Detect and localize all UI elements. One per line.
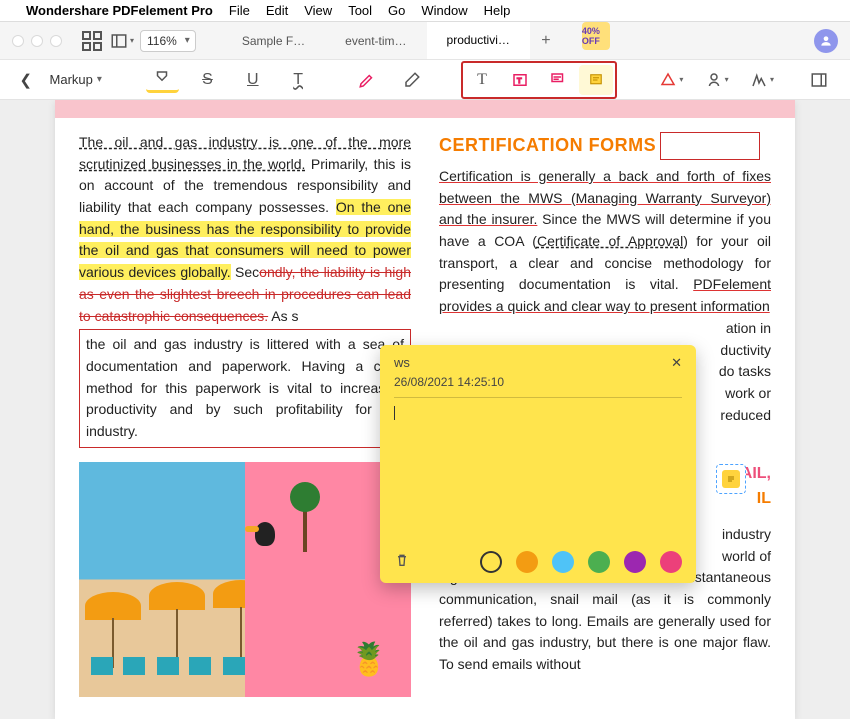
close-note-button[interactable]: ✕ (671, 355, 682, 371)
page-image: 🍍 (79, 462, 411, 697)
markup-toolbar: ❮ Markup▾ S U T T T (0, 60, 850, 100)
red-rectangle-annotation[interactable] (660, 132, 760, 160)
maximize-window-button[interactable] (50, 35, 62, 47)
signature-tool-dropdown[interactable] (745, 65, 778, 95)
red-rectangle-annotation[interactable]: the oil and gas industry is littered wit… (79, 329, 411, 447)
text-annotation-group: T T (461, 61, 617, 99)
sticky-note-popup[interactable]: ws ✕ 26/08/2021 14:25:10 (380, 345, 696, 583)
highlight-tool[interactable] (146, 67, 179, 93)
note-textarea[interactable] (394, 406, 682, 545)
zoom-value: 116% (147, 34, 177, 48)
left-column: The oil and gas industry is one of the m… (79, 132, 411, 697)
app-name[interactable]: Wondershare PDFelement Pro (26, 3, 213, 18)
shape-tool-dropdown[interactable] (655, 65, 688, 95)
promo-badge[interactable]: 40% OFF (582, 22, 610, 50)
sticky-note-marker[interactable] (716, 464, 746, 494)
minimize-window-button[interactable] (31, 35, 43, 47)
text-cursor (394, 406, 395, 420)
markup-mode-dropdown[interactable]: Markup▾ (50, 72, 102, 87)
thumbnails-icon[interactable] (80, 29, 104, 53)
panel-toggle-icon[interactable] (803, 65, 836, 95)
underline-tool[interactable]: U (236, 65, 269, 95)
tab-item[interactable]: event-tim… (325, 22, 426, 59)
delete-note-button[interactable] (394, 552, 410, 572)
menu-file[interactable]: File (229, 3, 250, 18)
menu-tool[interactable]: Tool (348, 3, 372, 18)
menu-edit[interactable]: Edit (266, 3, 288, 18)
note-color-yellow[interactable] (480, 551, 502, 573)
eraser-tool[interactable] (396, 65, 429, 95)
squiggly-underline-tool[interactable]: T (281, 65, 314, 95)
beach-photo (79, 462, 245, 697)
back-button[interactable]: ❮ (14, 71, 38, 89)
menu-go[interactable]: Go (388, 3, 405, 18)
note-color-purple[interactable] (624, 551, 646, 573)
sidebar-toggle-icon[interactable] (110, 29, 134, 53)
note-timestamp: 26/08/2021 14:25:10 (394, 375, 682, 389)
tab-item-active[interactable]: productivi… (427, 22, 530, 59)
macos-menubar: Wondershare PDFelement Pro File Edit Vie… (0, 0, 850, 22)
menu-view[interactable]: View (304, 3, 332, 18)
zoom-select[interactable]: 116% (140, 30, 196, 52)
note-icon (722, 470, 740, 488)
section-heading: CERTIFICATION FORMS (439, 132, 656, 160)
strikethrough-tool[interactable]: S (191, 65, 224, 95)
sticky-note-tool[interactable] (579, 65, 613, 95)
window-titlebar: 116% Sample F… event-tim… productivi… + … (0, 22, 850, 60)
note-author: ws (394, 355, 410, 371)
stamp-tool-dropdown[interactable] (700, 65, 733, 95)
pencil-tool[interactable] (351, 65, 384, 95)
note-color-orange[interactable] (516, 551, 538, 573)
text-tool[interactable]: T (465, 65, 499, 95)
callout-tool[interactable] (541, 65, 575, 95)
note-color-picker (480, 551, 682, 573)
document-tabs: Sample F… event-tim… productivi… + 40% O… (222, 22, 806, 59)
window-controls (12, 35, 62, 47)
menu-help[interactable]: Help (484, 3, 511, 18)
add-tab-button[interactable]: + (530, 22, 562, 59)
user-avatar[interactable] (814, 29, 838, 53)
svg-text:T: T (517, 76, 522, 85)
page-header-image (55, 100, 795, 118)
textbox-tool[interactable]: T (503, 65, 537, 95)
close-window-button[interactable] (12, 35, 24, 47)
tab-item[interactable]: Sample F… (222, 22, 325, 59)
note-color-pink[interactable] (660, 551, 682, 573)
note-color-green[interactable] (588, 551, 610, 573)
note-color-blue[interactable] (552, 551, 574, 573)
menu-window[interactable]: Window (421, 3, 467, 18)
